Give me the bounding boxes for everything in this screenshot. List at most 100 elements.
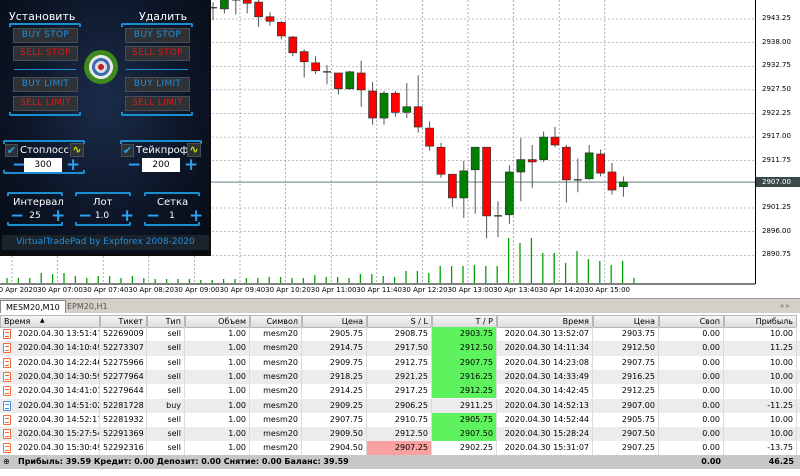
candle-body — [220, 0, 229, 10]
candle-body — [242, 0, 252, 4]
candle-body — [254, 1, 263, 18]
candle — [345, 70, 355, 90]
table-row[interactable]: 2020.04.30 14:30:59 52277964 sell 1.00 mesm2… — [0, 369, 800, 385]
time-tick: 30 Apr 07:40 — [82, 286, 129, 294]
grid-plus-button[interactable]: + — [189, 208, 203, 225]
remove-title: Удалить — [139, 10, 188, 23]
cell-4: mesm20 — [250, 327, 302, 342]
cell-4: mesm20 — [250, 384, 302, 399]
cell-4: mesm20 — [250, 441, 302, 456]
set-sell-limit-button[interactable]: SELL LIMIT — [13, 96, 78, 111]
cell-3: 1.00 — [185, 369, 250, 385]
cell-0: 2020.04.30 15:30:49 — [0, 441, 100, 456]
cell-5: 2907.75 — [302, 412, 367, 428]
expand-icon[interactable]: ⊕ — [3, 455, 10, 469]
table-row[interactable]: 2020.04.30 15:30:49 52292316 sell 1.00 mesm2… — [0, 441, 800, 456]
price-tick: 2922.25 — [762, 108, 791, 117]
cell-0: 2020.04.30 14:10:49 — [0, 341, 100, 356]
candle-body — [436, 146, 446, 175]
cell-3: 1.00 — [185, 355, 250, 370]
candle — [448, 173, 457, 207]
cell-2: sell — [147, 412, 185, 428]
cell-10: 0.00 — [659, 327, 724, 342]
table-row[interactable]: 2020.04.30 14:41:01 52279644 sell 1.00 mesm2… — [0, 384, 800, 399]
candle — [231, 0, 240, 15]
time-tick: 30 Apr 10:20 — [265, 286, 311, 294]
cell-4: mesm20 — [250, 355, 302, 370]
candle — [596, 149, 605, 177]
takeprofit-input[interactable]: 200 — [142, 158, 180, 172]
cell-9: 2912.25 — [593, 384, 659, 399]
cell-11: 10.00 — [724, 369, 797, 385]
candle-body — [596, 153, 605, 174]
grid-input[interactable]: 1 — [162, 211, 182, 221]
cell-6: 2912.75 — [367, 355, 432, 370]
set-buy-limit-button[interactable]: BUY LIMIT — [13, 77, 78, 92]
candle — [459, 160, 469, 219]
candle — [619, 176, 628, 197]
candle-body — [448, 173, 457, 199]
cell-2: sell — [147, 341, 185, 356]
cell-8: 2020.04.30 14:23:08 — [497, 355, 593, 370]
set-buy-stop-button[interactable]: BUY STOP — [13, 28, 78, 43]
lot-input[interactable]: 1.0 — [92, 211, 112, 221]
cell-7: 2907.50 — [432, 427, 497, 442]
price-tick: 2917.00 — [762, 132, 791, 141]
price-axis: 2943.25 2938.00 2932.75 2927.50 2922.25 2917.… — [755, 0, 800, 284]
cell-7: 2912.25 — [432, 384, 497, 399]
cell-9: 2907.00 — [593, 398, 659, 413]
tab-mesm20-m10[interactable]: MESM20,M10 — [0, 300, 66, 314]
interval-input[interactable]: 25 — [25, 211, 45, 221]
cell-6: 2907.25 — [367, 441, 432, 456]
cell-8: 2020.04.30 14:11:34 — [497, 341, 593, 356]
total-profit: 46.25 — [768, 457, 794, 466]
takeprofit-label: Тейкпроф — [136, 145, 189, 156]
candle-body — [425, 127, 434, 147]
interval-minus-button[interactable]: − — [10, 208, 24, 225]
lot-plus-button[interactable]: + — [120, 208, 134, 225]
grid-minus-button[interactable]: − — [146, 208, 160, 225]
cell-10: 0.00 — [659, 441, 724, 456]
time-tick: 30 Apr 07:00 — [37, 286, 83, 294]
tab-epm20-h1[interactable]: EPM20,H1 — [62, 300, 113, 314]
cell-11: -13.75 — [724, 441, 797, 456]
current-price-label: 2907.00 — [756, 177, 800, 188]
table-row[interactable]: 2020.04.30 14:51:02 52281728 buy 1.00 mesm20… — [0, 398, 800, 413]
takeprofit-plus-button[interactable]: + — [184, 157, 198, 174]
cell-3: 1.00 — [185, 427, 250, 442]
takeprofit-minus-button[interactable]: − — [127, 157, 141, 174]
candle-body — [607, 171, 617, 191]
table-row[interactable]: 2020.04.30 14:52:17 52281932 sell 1.00 mesm2… — [0, 412, 800, 428]
remove-buy-stop-button[interactable]: BUY STOP — [125, 28, 190, 43]
table-row[interactable]: 2020.04.30 13:51:47 52269009 sell 1.00 mesm2… — [0, 327, 800, 342]
cell-10: 0.00 — [659, 412, 724, 428]
remove-sell-limit-button[interactable]: SELL LIMIT — [125, 96, 190, 111]
table-row[interactable]: 2020.04.30 14:22:46 52275966 sell 1.00 mesm2… — [0, 355, 800, 370]
candle-body — [550, 136, 560, 146]
candle-body — [527, 159, 537, 163]
cell-0: 2020.04.30 14:41:01 — [0, 384, 100, 399]
candle-body — [516, 159, 526, 173]
cell-1: 52273307 — [100, 341, 147, 356]
remove-sell-stop-button[interactable]: SELL STOP — [125, 46, 190, 61]
cell-2: sell — [147, 441, 185, 456]
table-row[interactable]: 2020.04.30 14:10:49 52273307 sell 1.00 mesm2… — [0, 341, 800, 356]
cell-8: 2020.04.30 15:28:24 — [497, 427, 593, 442]
table-row[interactable]: 2020.04.30 15:27:54 52291369 sell 1.00 mesm2… — [0, 427, 800, 442]
tab-scroll-arrows[interactable]: ◂ ▸ — [779, 301, 790, 310]
candle — [220, 0, 229, 14]
cell-7: 2916.25 — [432, 369, 497, 385]
remove-buy-limit-button[interactable]: BUY LIMIT — [125, 77, 190, 92]
cell-0: 2020.04.30 15:27:54 — [0, 427, 100, 442]
cell-3: 1.00 — [185, 412, 250, 428]
lot-minus-button[interactable]: − — [78, 208, 92, 225]
cell-8: 2020.04.30 15:31:07 — [497, 441, 593, 456]
candle-body — [334, 72, 343, 90]
stoploss-label: Стоплосс — [20, 145, 69, 156]
price-tick: 2932.75 — [762, 61, 791, 70]
interval-plus-button[interactable]: + — [51, 208, 65, 225]
price-tick: 2943.25 — [762, 14, 791, 22]
set-sell-stop-button[interactable]: SELL STOP — [13, 46, 78, 61]
cell-8: 2020.04.30 13:52:07 — [497, 327, 593, 342]
target-icon[interactable] — [84, 50, 118, 84]
